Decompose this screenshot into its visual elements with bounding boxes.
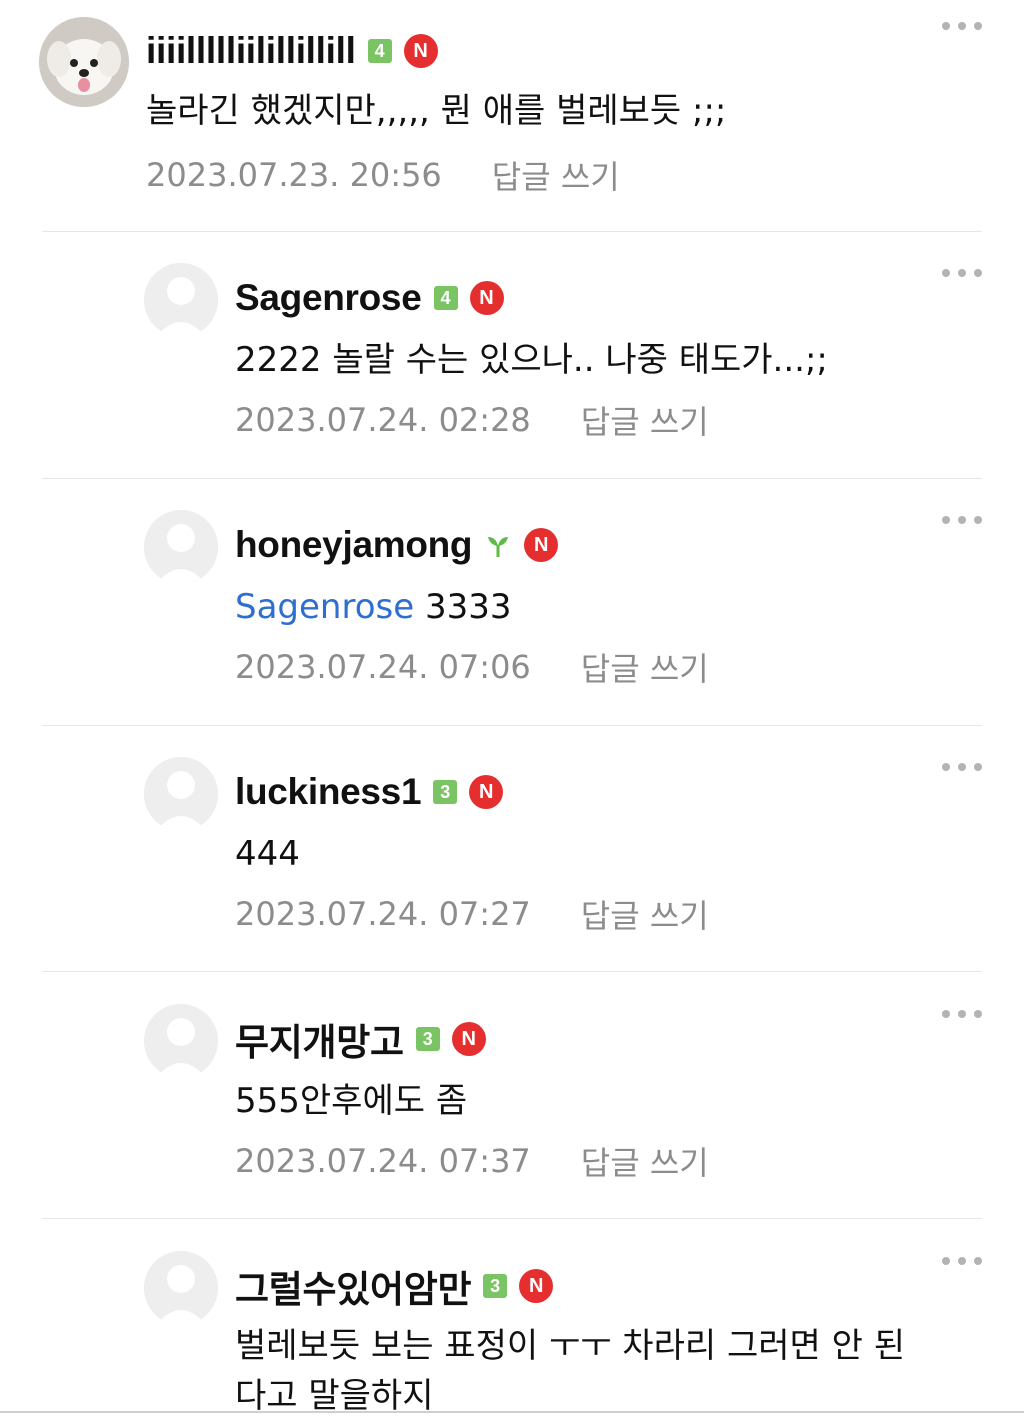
comment-timestamp: 2023.07.24. 07:27 bbox=[235, 895, 531, 933]
naver-n-badge: N bbox=[519, 1269, 554, 1303]
comment-timestamp: 2023.07.24. 02:28 bbox=[235, 401, 531, 439]
more-options-icon[interactable] bbox=[942, 505, 982, 535]
more-options-icon[interactable] bbox=[942, 752, 982, 782]
more-options-icon[interactable] bbox=[942, 11, 982, 41]
comment-author[interactable]: Sagenrose bbox=[235, 277, 422, 319]
comment-author[interactable]: 무지개망고 bbox=[235, 1012, 404, 1066]
comment-text: 벌레보듯 보는 표정이 ㅜㅜ 차라리 그러면 안 된다고 말을하지 bbox=[235, 1326, 905, 1416]
comment-text: Sagenrose 3333 bbox=[235, 582, 955, 632]
naver-n-badge: N bbox=[524, 528, 559, 562]
default-avatar-icon bbox=[144, 757, 218, 831]
comment-divider bbox=[42, 725, 982, 726]
member-grade-badge: 3 bbox=[483, 1274, 508, 1298]
naver-n-badge: N bbox=[469, 775, 504, 809]
reply-button[interactable]: 답글 쓰기 bbox=[581, 397, 709, 443]
dog-avatar-image bbox=[39, 17, 129, 107]
comment-divider bbox=[42, 478, 982, 479]
comment-timestamp: 2023.07.24. 07:37 bbox=[235, 1142, 531, 1180]
sprout-icon bbox=[488, 537, 509, 557]
avatar[interactable] bbox=[144, 757, 218, 831]
comment-text-body: 3333 bbox=[414, 587, 512, 627]
member-grade-badge: 3 bbox=[415, 1027, 440, 1051]
naver-n-badge: N bbox=[403, 34, 438, 68]
avatar[interactable] bbox=[144, 1251, 218, 1325]
reply-button[interactable]: 답글 쓰기 bbox=[492, 152, 620, 198]
reply-button[interactable]: 답글 쓰기 bbox=[581, 1138, 709, 1184]
member-grade-badge: 3 bbox=[433, 780, 458, 804]
comment-author[interactable]: honeyjamong bbox=[235, 524, 473, 566]
comment-author[interactable]: luckiness1 bbox=[235, 771, 422, 813]
default-avatar-icon bbox=[144, 510, 218, 584]
comment-timestamp: 2023.07.24. 07:06 bbox=[235, 648, 531, 686]
member-grade-badge: 4 bbox=[367, 39, 392, 63]
default-avatar-icon bbox=[144, 263, 218, 337]
bottom-edge-line bbox=[0, 1411, 1024, 1413]
comment-divider bbox=[42, 971, 982, 972]
reply-button[interactable]: 답글 쓰기 bbox=[581, 644, 709, 690]
comment-timestamp: 2023.07.23. 20:56 bbox=[146, 156, 442, 194]
comment-author[interactable]: 그럴수있어암만 bbox=[235, 1259, 471, 1313]
avatar[interactable] bbox=[144, 263, 218, 337]
comment-text: 444 bbox=[235, 834, 300, 874]
default-avatar-icon bbox=[144, 1004, 218, 1078]
avatar[interactable] bbox=[144, 510, 218, 584]
more-options-icon[interactable] bbox=[942, 258, 982, 288]
comment-text: 555안후에도 좀 bbox=[235, 1081, 468, 1121]
avatar[interactable] bbox=[144, 1004, 218, 1078]
naver-n-badge: N bbox=[451, 1022, 486, 1056]
avatar[interactable] bbox=[39, 17, 129, 107]
more-options-icon[interactable] bbox=[942, 1246, 982, 1276]
naver-n-badge: N bbox=[469, 281, 504, 315]
more-options-icon[interactable] bbox=[942, 999, 982, 1029]
comment-text: 2222 놀랄 수는 있으나.. 나중 태도가...;; bbox=[235, 340, 828, 380]
member-grade-badge: 4 bbox=[433, 286, 458, 310]
comment-divider bbox=[42, 231, 982, 232]
comment-divider bbox=[42, 1218, 982, 1219]
mention-link[interactable]: Sagenrose bbox=[235, 587, 414, 627]
default-avatar-icon bbox=[144, 1251, 218, 1325]
comment-text: 놀라긴 했겠지만,,,,, 뭔 애를 벌레보듯 ;;; bbox=[146, 91, 727, 131]
reply-button[interactable]: 답글 쓰기 bbox=[581, 891, 709, 937]
comment-author[interactable]: iiiillllliilillillill bbox=[146, 30, 356, 72]
